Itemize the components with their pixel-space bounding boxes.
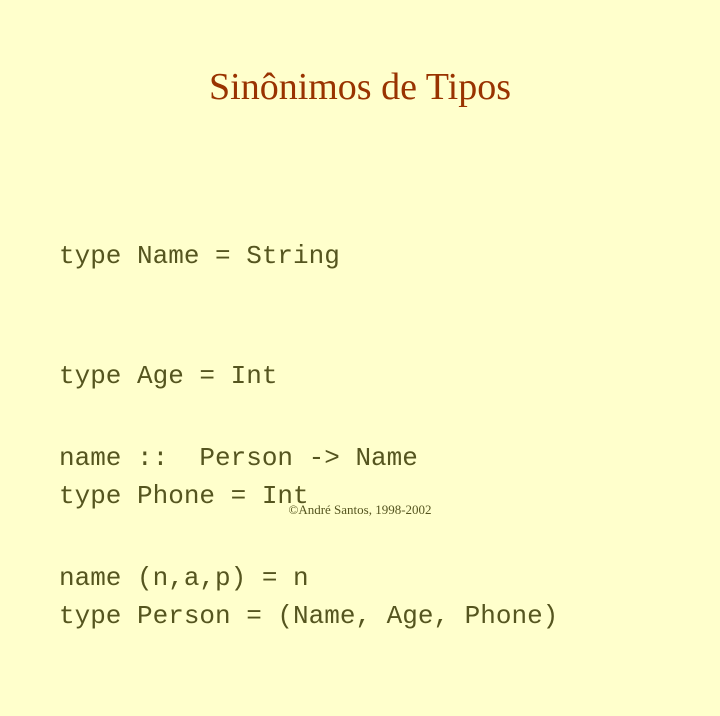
- copyright-footer: ©André Santos, 1998-2002: [288, 502, 432, 517]
- page-title: Sinônimos de Tipos: [209, 66, 511, 108]
- slide: Sinônimos de Tipos type Name = String ty…: [0, 0, 720, 631]
- code-block-function-definition: name :: Person -> Name name (n,a,p) = n: [59, 358, 418, 678]
- code-line: name :: Person -> Name: [59, 443, 418, 473]
- code-line: name (n,a,p) = n: [59, 563, 309, 593]
- code-line: type Name = String: [59, 241, 340, 271]
